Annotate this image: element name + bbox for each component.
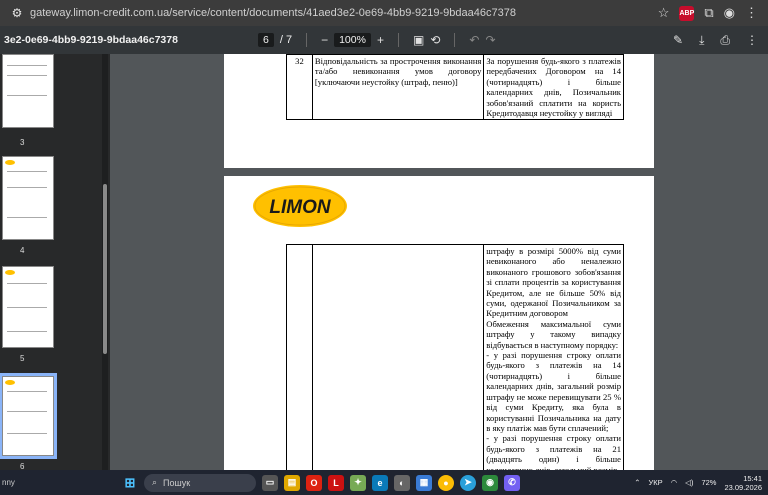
page-number-input[interactable]: 6 [258,33,274,47]
store-icon[interactable]: ▦ [416,474,432,491]
separator [454,33,456,47]
logo-text: LIMON [269,197,331,218]
search-placeholder: Пошук [163,477,191,488]
annotate-icon[interactable]: ✎ [673,33,683,48]
search-box[interactable]: ⌕ Пошук [144,473,256,492]
thumb-label: 3 [20,138,25,147]
app-icon[interactable]: ◉ [482,474,498,491]
time: 15:41 [743,473,762,483]
limon-logo: LIMON [253,185,347,227]
rotate-icon[interactable]: ⟲ [430,33,440,47]
site-info-icon[interactable]: ⚙ [8,4,26,22]
separator [397,33,399,47]
row-number: 32 [286,54,313,121]
scrollbar-thumb[interactable] [103,184,107,354]
search-icon: ⌕ [152,477,158,487]
page-thumbnail-5[interactable] [2,266,54,348]
pdf-page-6: LIMON штрафу в розмірі 5000% від суми не… [224,176,654,470]
bookmark-star-icon[interactable]: ☆ [658,5,670,21]
pdf-toolbar: 3e2-0e69-4bb9-9219-9bdaa46c7378 6 / 7 − … [0,26,768,54]
adblock-icon[interactable]: ABP [679,5,695,21]
wifi-icon[interactable]: ◠ [671,478,678,487]
app-icon[interactable]: ✦ [350,474,366,491]
date: 23.09.2026 [724,482,762,492]
profile-icon[interactable]: ◉ [724,5,735,21]
pdf-page-5: 32 Відповідальність за прострочення вико… [224,54,654,168]
taskbar: nny ⊞ ⌕ Пошук ▭ ▤ O L ✦ e ◐ ▦ ● ➤ ◉ ✆ ⌃ У… [0,470,768,495]
sidebar-scrollbar[interactable] [102,54,108,470]
print-icon[interactable]: ⎙ [720,33,730,48]
row-title [311,244,485,470]
page-thumbnail-6[interactable] [0,373,57,459]
pdf-viewport[interactable]: 32 Відповідальність за прострочення вико… [110,54,768,470]
zoom-input[interactable]: 100% [334,33,371,47]
fit-page-icon[interactable]: ▣ [413,33,424,47]
opera-icon[interactable]: O [306,474,322,491]
row-title: Відповідальність за прострочення виконан… [311,54,485,121]
clock[interactable]: 15:41 23.09.2026 [724,474,762,492]
row-content: За порушення будь-якого з платежів перед… [483,54,624,121]
app-icon[interactable]: ◐ [394,474,410,491]
doc-table: штрафу в розмірі 5000% від суми невикона… [286,244,624,470]
url-text[interactable]: gateway.limon-credit.com.ua/service/cont… [30,7,658,19]
chrome-icon[interactable]: ● [438,474,454,491]
undo-icon[interactable]: ↶ [469,33,479,47]
battery-indicator[interactable]: 72% [701,478,716,487]
thumb-label: 4 [20,246,25,255]
menu-icon[interactable]: ⋮ [745,5,758,21]
address-bar[interactable]: ⚙ gateway.limon-credit.com.ua/service/co… [0,0,768,26]
page-thumbnail-4[interactable] [2,156,54,240]
page-total: / 7 [279,34,293,46]
start-icon[interactable]: ⊞ [122,475,138,491]
volume-icon[interactable]: ◁) [685,478,693,487]
telegram-icon[interactable]: ➤ [460,474,476,491]
app-l-icon[interactable]: L [328,474,344,491]
chevron-up-icon[interactable]: ⌃ [634,478,640,487]
viber-icon[interactable]: ✆ [504,474,520,491]
zoom-in-button[interactable]: + [377,33,384,47]
weather-widget[interactable]: nny [2,478,122,487]
separator [306,33,308,47]
row-number [286,244,313,470]
task-view-icon[interactable]: ▭ [262,474,278,491]
thumbnail-sidebar: 3 4 5 6 [0,54,110,471]
edge-icon[interactable]: e [372,474,388,491]
extensions-icon[interactable]: ⧉ [704,5,713,21]
row-content: штрафу в розмірі 5000% від суми невикона… [483,244,624,470]
file-explorer-icon[interactable]: ▤ [284,474,300,491]
thumb-label: 5 [20,354,25,363]
pdf-title: 3e2-0e69-4bb9-9219-9bdaa46c7378 [4,34,178,46]
redo-icon[interactable]: ↷ [485,33,495,47]
zoom-out-button[interactable]: − [321,33,328,47]
doc-table: 32 Відповідальність за прострочення вико… [286,54,624,121]
system-tray: ⌃ УКР ◠ ◁) 72% 15:41 23.09.2026 [634,474,762,492]
page-thumbnail-3[interactable] [2,54,54,128]
download-icon[interactable]: ⤓ [699,33,704,48]
language-indicator[interactable]: УКР [648,478,662,487]
more-icon[interactable]: ⋮ [746,33,758,48]
